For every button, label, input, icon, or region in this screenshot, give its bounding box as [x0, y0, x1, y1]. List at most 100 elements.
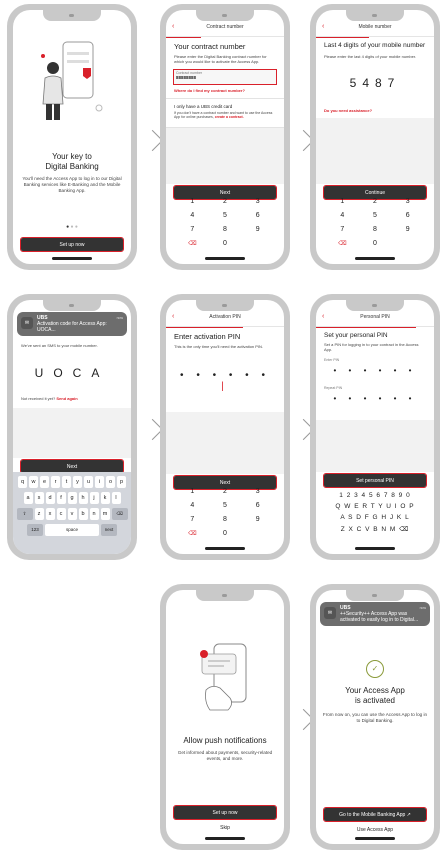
set-personal-pin-button[interactable]: Set personal PIN	[323, 473, 427, 488]
key[interactable]: s	[34, 492, 44, 504]
key[interactable]: k	[100, 492, 110, 504]
enter-pin-label: Enter PIN	[324, 358, 340, 362]
activation-pin-input[interactable]: • • • • • • |	[178, 370, 272, 392]
key[interactable]: u	[84, 476, 93, 488]
numbers-key[interactable]: 123	[27, 524, 43, 536]
key[interactable]: 4	[176, 500, 209, 512]
home-indicator	[355, 547, 395, 550]
key[interactable]: g	[67, 492, 77, 504]
key[interactable]: 7	[326, 224, 359, 236]
empty-section	[166, 412, 284, 474]
key[interactable]: 0	[359, 238, 392, 250]
key[interactable]: v	[67, 508, 77, 520]
key[interactable]: 2	[209, 196, 242, 208]
key[interactable]: y	[73, 476, 82, 488]
shift-key-icon[interactable]: ⇧	[16, 508, 33, 520]
key[interactable]: e	[40, 476, 49, 488]
back-icon[interactable]: ‹	[172, 23, 174, 30]
key[interactable]: a	[23, 492, 33, 504]
delete-key-icon[interactable]: ⌫	[176, 528, 209, 540]
set-up-now-button[interactable]: Set up now	[173, 805, 277, 820]
key[interactable]: l	[111, 492, 121, 504]
key[interactable]: z	[34, 508, 44, 520]
next-key[interactable]: next	[101, 524, 117, 536]
backspace-key-icon[interactable]: ⌫	[111, 508, 128, 520]
key[interactable]: j	[89, 492, 99, 504]
key[interactable]: 9	[241, 514, 274, 526]
use-access-app-link[interactable]: Use Access App	[322, 827, 428, 833]
key[interactable]: 3	[241, 196, 274, 208]
key[interactable]: 9	[391, 224, 424, 236]
security-notification[interactable]: ✉ UBS ++Security++ Access App was activa…	[320, 602, 430, 626]
send-again-link[interactable]: Send again	[56, 396, 77, 401]
key[interactable]: o	[106, 476, 115, 488]
help-link[interactable]: Do you need assistance?	[324, 108, 426, 113]
phone-screen-3: ‹ Mobile number Last 4 digits of your mo…	[310, 4, 440, 270]
key[interactable]: 1	[176, 196, 209, 208]
key[interactable]: b	[78, 508, 88, 520]
key[interactable]: 9	[241, 224, 274, 236]
header-title: Personal PIN	[360, 314, 390, 320]
key[interactable]: 4	[176, 210, 209, 222]
key[interactable]: 0	[209, 238, 242, 250]
key[interactable]: c	[56, 508, 66, 520]
back-icon[interactable]: ‹	[322, 313, 324, 320]
back-icon[interactable]: ‹	[172, 313, 174, 320]
key[interactable]: 5	[359, 210, 392, 222]
key[interactable]: 4	[326, 210, 359, 222]
key[interactable]: 1	[176, 486, 209, 498]
key[interactable]: 8	[359, 224, 392, 236]
key[interactable]: 8	[209, 514, 242, 526]
progress-bar	[166, 327, 243, 328]
phone-notch	[346, 300, 404, 311]
delete-key-icon[interactable]: ⌫	[176, 238, 209, 250]
key[interactable]: 0	[209, 528, 242, 540]
key[interactable]: 3	[241, 486, 274, 498]
space-key[interactable]: space	[45, 524, 99, 536]
contract-number-field[interactable]: Contract number 88888888	[173, 69, 277, 85]
key[interactable]: t	[62, 476, 71, 488]
sms-notification[interactable]: ✉ UBS Activation code for Access App: UO…	[17, 312, 127, 336]
key[interactable]: p	[117, 476, 126, 488]
help-link[interactable]: Where do I find my contract number?	[174, 88, 276, 93]
key[interactable]: 8	[209, 224, 242, 236]
key[interactable]: 7	[176, 224, 209, 236]
onboarding-title: Your key to Digital Banking	[45, 152, 99, 171]
key[interactable]: 7	[176, 514, 209, 526]
go-to-mobile-banking-button[interactable]: Go to the Mobile Banking App ↗	[323, 807, 427, 822]
key[interactable]: 2	[359, 196, 392, 208]
key[interactable]: 6	[241, 210, 274, 222]
keyboard-row-z[interactable]: Z X C V B N M ⌫	[322, 525, 428, 533]
keyboard-row-q[interactable]: Q W E R T Y U I O P	[322, 503, 428, 510]
key[interactable]: i	[95, 476, 104, 488]
key[interactable]: q	[18, 476, 27, 488]
keyboard-row-a[interactable]: A S D F G H J K L	[322, 514, 428, 521]
key[interactable]: 5	[209, 500, 242, 512]
keyboard-row-numbers[interactable]: 1 2 3 4 5 6 7 8 9 0	[322, 492, 428, 499]
key[interactable]: f	[56, 492, 66, 504]
key[interactable]: 5	[209, 210, 242, 222]
mobile-digits-display[interactable]: 5487	[316, 76, 434, 90]
key[interactable]: m	[100, 508, 110, 520]
key[interactable]: r	[51, 476, 60, 488]
repeat-pin-input[interactable]: • • • • • •	[328, 394, 422, 403]
skip-link[interactable]: Skip	[172, 825, 278, 831]
set-up-now-button[interactable]: Set up now	[20, 237, 124, 252]
key[interactable]: 2	[209, 486, 242, 498]
key[interactable]: n	[89, 508, 99, 520]
screen-header: ‹ Mobile number	[316, 23, 434, 37]
key[interactable]: 3	[391, 196, 424, 208]
create-contract-link[interactable]: create a contract.	[215, 115, 244, 119]
key[interactable]: h	[78, 492, 88, 504]
key[interactable]: 6	[241, 500, 274, 512]
delete-key-icon[interactable]: ⌫	[326, 238, 359, 250]
phone-screen-4: ✉ UBS Activation code for Access App: UO…	[7, 294, 137, 560]
enter-pin-input[interactable]: • • • • • •	[328, 366, 422, 375]
key[interactable]: x	[45, 508, 55, 520]
key[interactable]: w	[29, 476, 38, 488]
activation-code-display[interactable]: UOCA	[13, 366, 131, 380]
key[interactable]: d	[45, 492, 55, 504]
key[interactable]: 6	[391, 210, 424, 222]
key[interactable]: 1	[326, 196, 359, 208]
back-icon[interactable]: ‹	[322, 23, 324, 30]
